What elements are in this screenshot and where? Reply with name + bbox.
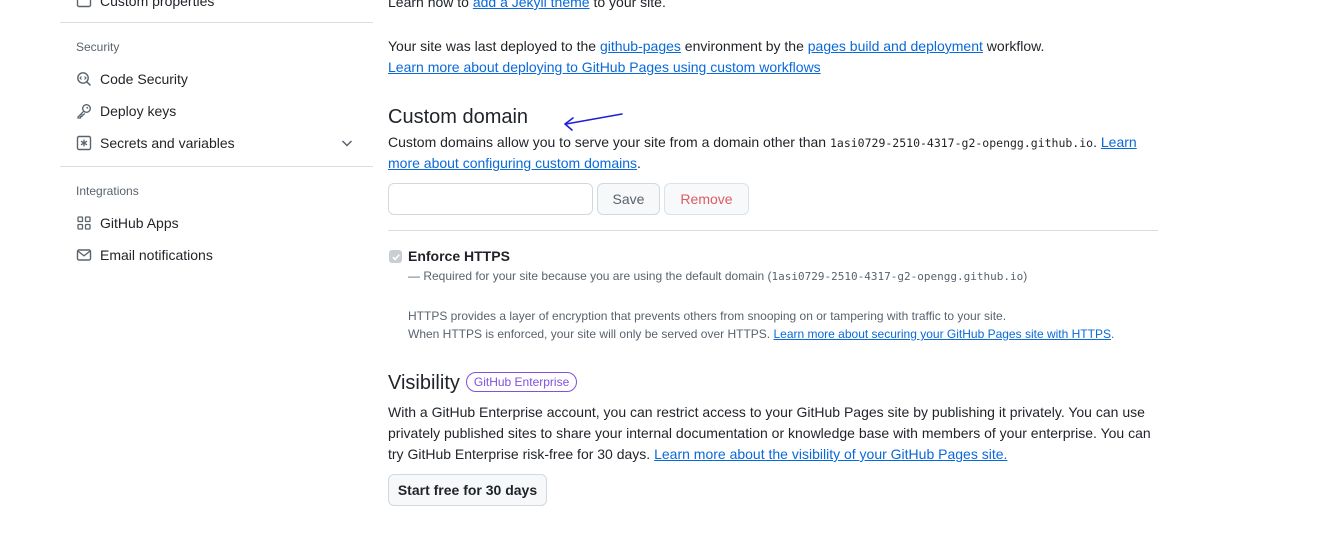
https-learn-link[interactable]: Learn more about securing your GitHub Pa… bbox=[773, 327, 1111, 341]
check-icon bbox=[391, 253, 400, 261]
codescan-icon bbox=[76, 71, 92, 87]
custom-domain-learn-link-cont[interactable]: more about configuring custom domains bbox=[388, 155, 637, 171]
github-pages-env-link[interactable]: github-pages bbox=[600, 38, 681, 54]
sidebar-heading-integrations: Integrations bbox=[76, 184, 139, 198]
chevron-down-icon[interactable] bbox=[339, 135, 355, 151]
start-free-trial-button[interactable]: Start free for 30 days bbox=[388, 474, 547, 506]
sidebar-item-label: Custom properties bbox=[100, 0, 215, 9]
default-domain: 1asi0729-2510-4317-g2-opengg.github.io bbox=[829, 136, 1094, 150]
sidebar-item-secrets-and-variables[interactable]: Secrets and variables bbox=[60, 128, 373, 158]
sidebar-item-label: Deploy keys bbox=[100, 103, 177, 119]
sidebar-item-label: Email notifications bbox=[100, 247, 213, 263]
custom-workflows-learn-link[interactable]: Learn more about deploying to GitHub Pag… bbox=[388, 59, 821, 75]
remove-button[interactable]: Remove bbox=[664, 183, 749, 215]
custom-domain-input[interactable] bbox=[388, 183, 593, 215]
https-description-2: When HTTPS is enforced, your site will o… bbox=[408, 327, 1115, 341]
deploy-status-text: Your site was last deployed to the githu… bbox=[388, 38, 1045, 54]
enforce-https-label: Enforce HTTPS bbox=[408, 248, 510, 264]
visibility-text-3: try GitHub Enterprise risk-free for 30 d… bbox=[388, 446, 1008, 462]
sidebar-item-label: GitHub Apps bbox=[100, 215, 179, 231]
sidebar-divider bbox=[60, 166, 373, 167]
section-divider bbox=[388, 230, 1158, 231]
sidebar-heading-security: Security bbox=[76, 40, 120, 54]
sidebar-divider bbox=[60, 22, 373, 23]
table-icon bbox=[76, 0, 92, 9]
workflow-link[interactable]: pages build and deployment bbox=[808, 38, 983, 54]
enforce-https-checkbox[interactable] bbox=[389, 250, 402, 263]
visibility-learn-link[interactable]: Learn more about the visibility of your … bbox=[654, 446, 1007, 462]
annotation-arrow-icon bbox=[564, 113, 623, 131]
sidebar-item-email-notifications[interactable]: Email notifications bbox=[60, 240, 373, 270]
asterisk-icon bbox=[76, 135, 92, 151]
deploy-learn-line: Learn more about deploying to GitHub Pag… bbox=[388, 57, 821, 78]
sidebar-item-github-apps[interactable]: GitHub Apps bbox=[60, 208, 373, 238]
https-required-note: — Required for your site because you are… bbox=[408, 269, 1028, 283]
jekyll-theme-link[interactable]: add a Jekyll theme bbox=[473, 0, 590, 10]
sidebar-item-label: Secrets and variables bbox=[100, 135, 235, 151]
custom-domain-description-2: more about configuring custom domains. bbox=[388, 155, 641, 171]
sidebar-item-custom-properties[interactable]: Custom properties bbox=[76, 0, 214, 11]
visibility-text-1: With a GitHub Enterprise account, you ca… bbox=[388, 404, 1145, 420]
custom-domain-learn-link[interactable]: Learn bbox=[1101, 134, 1137, 150]
save-button[interactable]: Save bbox=[597, 183, 660, 215]
https-description-1: HTTPS provides a layer of encryption tha… bbox=[408, 309, 1007, 323]
key-icon bbox=[76, 103, 92, 119]
enterprise-badge: GitHub Enterprise bbox=[465, 371, 578, 392]
visibility-text-2: privately published sites to share your … bbox=[388, 425, 1151, 441]
visibility-title: Visibility GitHub Enterprise bbox=[388, 371, 578, 395]
apps-icon bbox=[76, 215, 92, 231]
jekyll-theme-text: Learn how to add a Jekyll theme to your … bbox=[388, 0, 666, 13]
custom-domain-title: Custom domain bbox=[388, 106, 529, 128]
sidebar-item-label: Code Security bbox=[100, 71, 188, 87]
mail-icon bbox=[76, 247, 92, 263]
sidebar-item-deploy-keys[interactable]: Deploy keys bbox=[60, 96, 373, 126]
sidebar-item-code-security[interactable]: Code Security bbox=[60, 64, 373, 94]
custom-domain-description: Custom domains allow you to serve your s… bbox=[388, 134, 1137, 150]
